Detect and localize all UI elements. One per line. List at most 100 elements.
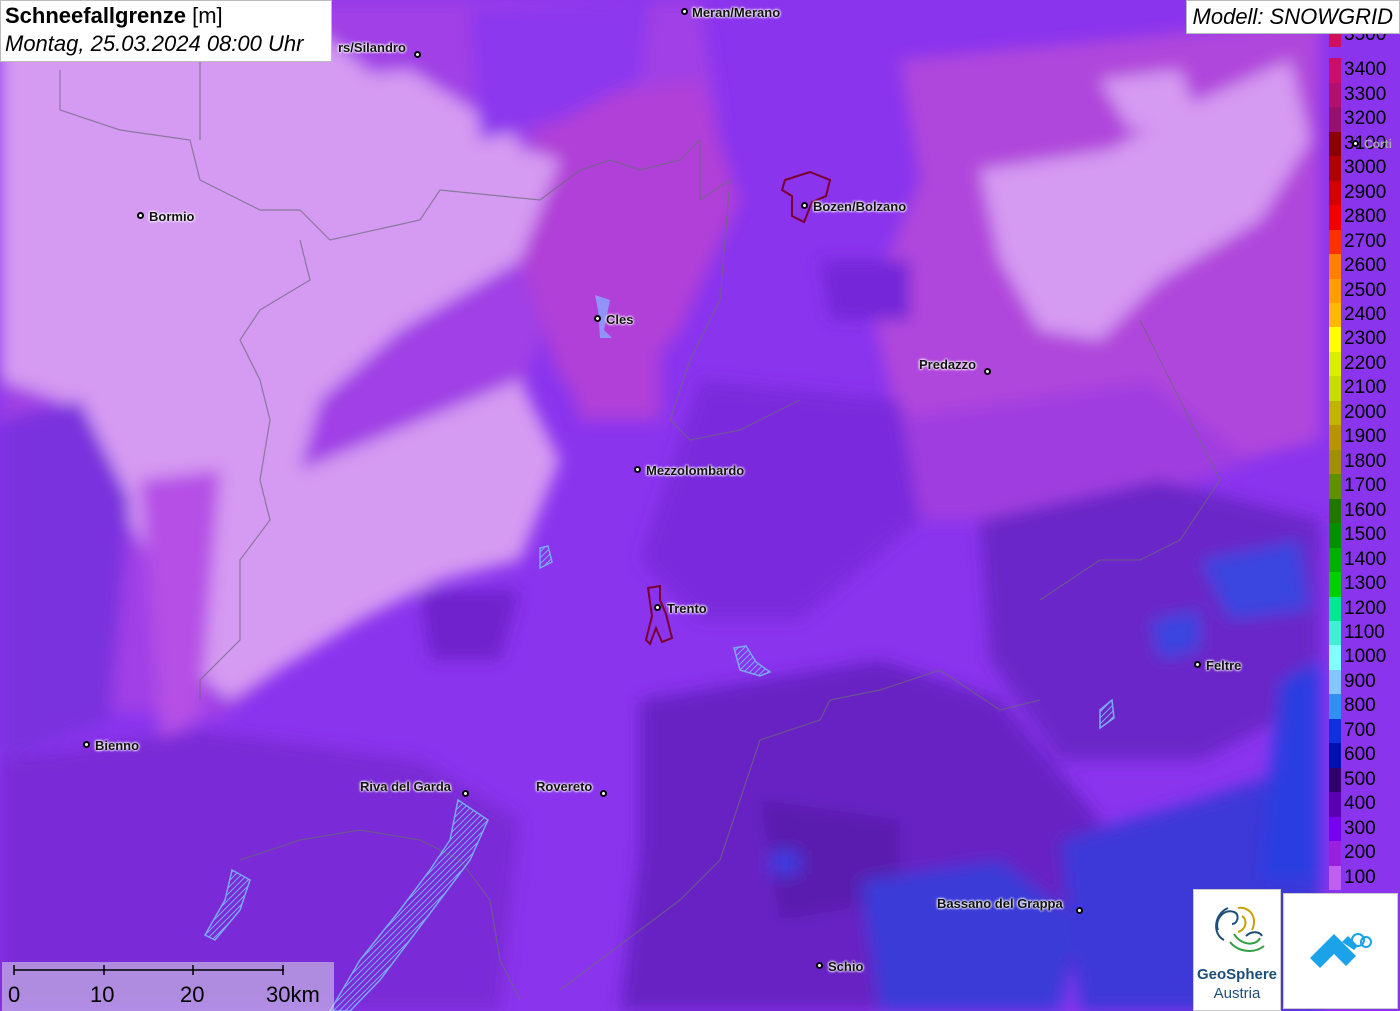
legend-label: 500 bbox=[1344, 768, 1376, 790]
legend-item-1000: 1000 bbox=[1328, 645, 1400, 670]
legend-item-3000: 3000 bbox=[1328, 156, 1400, 181]
city-label-bolzano[interactable]: Bozen/Bolzano bbox=[813, 199, 906, 214]
legend-item-600: 600 bbox=[1328, 743, 1400, 768]
snowgrid-logo[interactable] bbox=[1283, 893, 1398, 1009]
city-dot-bolzano[interactable] bbox=[801, 202, 808, 209]
city-dot-rovereto[interactable] bbox=[600, 790, 607, 797]
legend-label: 1300 bbox=[1344, 573, 1387, 595]
legend-label: 1100 bbox=[1344, 621, 1385, 643]
city-label-meran[interactable]: Meran/Merano bbox=[692, 5, 780, 20]
geosphere-logo[interactable]: GeoSphere Austria bbox=[1193, 889, 1281, 1011]
snowfall-line-map[interactable] bbox=[0, 0, 1400, 1011]
legend-item-200: 200 bbox=[1328, 841, 1400, 866]
legend-item-2000: 2000 bbox=[1328, 400, 1400, 426]
legend-swatch bbox=[1329, 718, 1341, 744]
legend-label: 1400 bbox=[1344, 548, 1387, 570]
legend-item-1200: 1200 bbox=[1328, 596, 1400, 621]
city-dot-trento[interactable] bbox=[654, 604, 661, 611]
scale-label-30: 30km bbox=[266, 982, 320, 1007]
city-label-bienno[interactable]: Bienno bbox=[95, 738, 139, 753]
scale-label-20: 20 bbox=[180, 982, 205, 1007]
city-dot-bormio[interactable] bbox=[137, 212, 144, 219]
city-label-mezzolombardo[interactable]: Mezzolombardo bbox=[646, 463, 744, 478]
legend-item-1100: 1100 bbox=[1328, 620, 1400, 646]
legend-label: 1600 bbox=[1344, 499, 1387, 521]
city-label-bassano[interactable]: Bassano del Grappa bbox=[937, 896, 1063, 911]
map-title: Schneefallgrenze [m] bbox=[5, 3, 223, 28]
legend-label: 400 bbox=[1344, 793, 1376, 815]
city-dot-cles[interactable] bbox=[594, 315, 601, 322]
legend-swatch bbox=[1329, 34, 1341, 48]
map-title-box: Schneefallgrenze [m] Montag, 25.03.2024 … bbox=[0, 0, 332, 62]
legend-item-2600: 2600 bbox=[1328, 254, 1400, 279]
city-label-cortina[interactable]: Corti bbox=[1364, 137, 1392, 151]
legend-label: 3500 bbox=[1344, 34, 1387, 45]
legend-item-3300: 3300 bbox=[1328, 82, 1400, 108]
city-label-silandro[interactable]: rs/Silandro bbox=[338, 40, 406, 55]
legend-label: 3400 bbox=[1344, 59, 1387, 81]
legend-swatch bbox=[1329, 572, 1341, 597]
legend-label: 600 bbox=[1344, 744, 1376, 766]
legend-swatch bbox=[1329, 82, 1341, 108]
color-legend: 3500 3400 3300 3200 3100 3000 2900 2800 2700 2600… bbox=[1328, 34, 1400, 890]
city-dot-silandro[interactable] bbox=[414, 51, 421, 58]
legend-item-1500: 1500 bbox=[1328, 523, 1400, 548]
legend-label: 1900 bbox=[1344, 426, 1387, 448]
city-dot-predazzo[interactable] bbox=[984, 368, 991, 375]
legend-swatch bbox=[1329, 58, 1341, 83]
city-label-feltre[interactable]: Feltre bbox=[1206, 658, 1241, 673]
legend-item-900: 900 bbox=[1328, 669, 1400, 695]
legend-swatch bbox=[1329, 180, 1341, 206]
legend-item-2300: 2300 bbox=[1328, 327, 1400, 352]
city-dot-feltre[interactable] bbox=[1194, 661, 1201, 668]
legend-swatch bbox=[1329, 474, 1341, 499]
legend-swatch bbox=[1329, 523, 1341, 548]
legend-item-1600: 1600 bbox=[1328, 498, 1400, 524]
legend-swatch bbox=[1329, 620, 1341, 646]
city-label-predazzo[interactable]: Predazzo bbox=[919, 357, 976, 372]
legend-item-2700: 2700 bbox=[1328, 229, 1400, 255]
legend-swatch bbox=[1329, 767, 1341, 793]
city-label-bormio[interactable]: Bormio bbox=[149, 209, 195, 224]
map-datetime: Montag, 25.03.2024 08:00 Uhr bbox=[5, 31, 304, 56]
legend-swatch bbox=[1329, 229, 1341, 255]
city-dot-bienno[interactable] bbox=[83, 741, 90, 748]
legend-swatch bbox=[1329, 498, 1341, 524]
city-label-cles[interactable]: Cles bbox=[606, 312, 633, 327]
legend-label: 3000 bbox=[1344, 157, 1387, 179]
city-label-rovereto[interactable]: Rovereto bbox=[536, 779, 592, 794]
legend-item-2400: 2400 bbox=[1328, 303, 1400, 328]
legend-swatch bbox=[1329, 278, 1341, 304]
city-dot-riva[interactable] bbox=[462, 790, 469, 797]
legend-item-3400: 3400 bbox=[1328, 58, 1400, 83]
legend-item-100: 100 bbox=[1328, 865, 1400, 890]
legend-swatch bbox=[1329, 205, 1341, 230]
geosphere-logo-text: GeoSphere bbox=[1196, 966, 1278, 983]
scale-bar-line bbox=[13, 965, 284, 975]
legend-label: 1800 bbox=[1344, 450, 1387, 472]
geosphere-emblem-icon bbox=[1215, 906, 1265, 952]
legend-label: 1500 bbox=[1344, 524, 1387, 546]
legend-label: 2900 bbox=[1344, 181, 1387, 203]
legend-label: 200 bbox=[1344, 842, 1376, 864]
city-dot-mezzolombardo[interactable] bbox=[634, 466, 641, 473]
legend-label: 2600 bbox=[1344, 255, 1387, 277]
city-dot-meran[interactable] bbox=[681, 8, 688, 15]
city-dot-cortina[interactable] bbox=[1352, 140, 1359, 147]
city-label-riva[interactable]: Riva del Garda bbox=[360, 779, 451, 794]
city-label-trento[interactable]: Trento bbox=[667, 601, 707, 616]
legend-item-1800: 1800 bbox=[1328, 449, 1400, 475]
legend-item-3500: 3500 bbox=[1328, 34, 1400, 48]
geosphere-logo-subtext: Austria bbox=[1213, 985, 1261, 1002]
legend-swatch bbox=[1329, 669, 1341, 695]
city-label-schio[interactable]: Schio bbox=[828, 959, 863, 974]
legend-swatch bbox=[1329, 327, 1341, 352]
city-dot-bassano[interactable] bbox=[1076, 907, 1083, 914]
legend-swatch bbox=[1329, 743, 1341, 768]
legend-item-2500: 2500 bbox=[1328, 278, 1400, 304]
legend-label: 2700 bbox=[1344, 230, 1387, 252]
city-dot-schio[interactable] bbox=[816, 962, 823, 969]
legend-label: 100 bbox=[1344, 866, 1376, 888]
legend-label: 1700 bbox=[1344, 475, 1387, 497]
legend-label: 2200 bbox=[1344, 352, 1387, 374]
